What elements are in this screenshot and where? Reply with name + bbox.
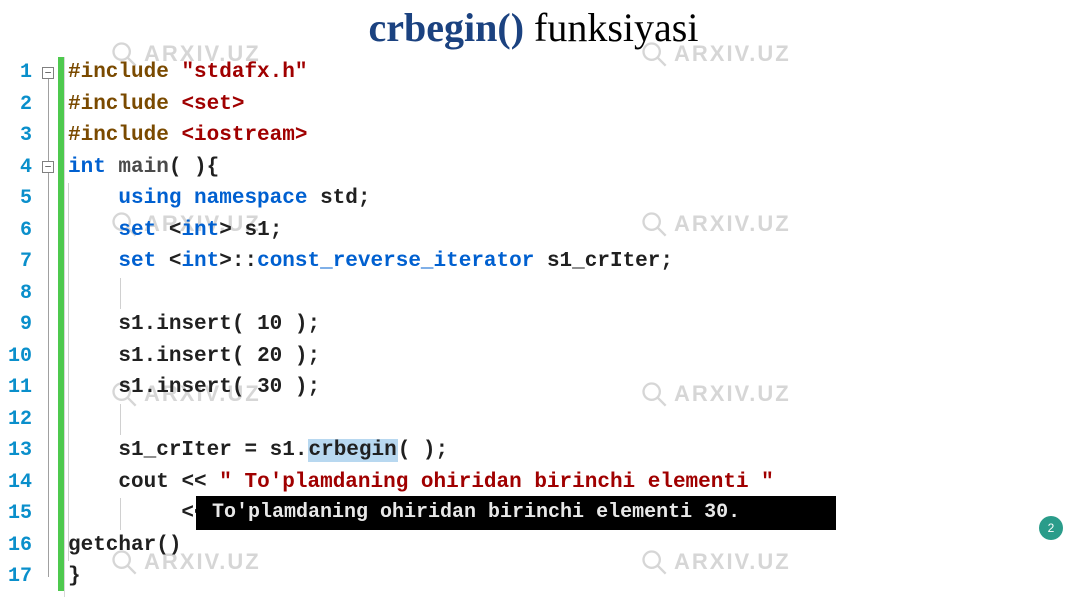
line-number: 4	[0, 152, 38, 184]
code-line	[68, 404, 1067, 436]
title-function-name: crbegin()	[369, 5, 525, 50]
fold-guide-line	[48, 173, 49, 577]
line-number: 11	[0, 372, 38, 404]
line-number: 2	[0, 89, 38, 121]
line-number: 17	[0, 561, 38, 593]
console-output: To'plamdaning ohiridan birinchi elementi…	[196, 496, 836, 530]
code-line: #include "stdafx.h"	[68, 57, 1067, 89]
line-number: 14	[0, 467, 38, 499]
code-line: s1.insert( 30 );	[68, 372, 1067, 404]
highlighted-method: crbegin	[308, 439, 398, 462]
line-number: 5	[0, 183, 38, 215]
line-number: 10	[0, 341, 38, 373]
line-number: 9	[0, 309, 38, 341]
fold-toggle-icon[interactable]: −	[42, 67, 54, 79]
line-number: 1	[0, 57, 38, 89]
code-line: s1_crIter = s1.crbegin( );	[68, 435, 1067, 467]
code-line: s1.insert( 10 );	[68, 309, 1067, 341]
line-number: 15	[0, 498, 38, 530]
line-number: 12	[0, 404, 38, 436]
fold-toggle-icon[interactable]: −	[42, 161, 54, 173]
gutter-separator	[64, 57, 65, 597]
code-line: #include <set>	[68, 89, 1067, 121]
code-line: cout << " To'plamdaning ohiridan birinch…	[68, 467, 1067, 499]
code-line: }	[68, 561, 1067, 593]
code-line: set <int>::const_reverse_iterator s1_crI…	[68, 246, 1067, 278]
line-number: 16	[0, 530, 38, 562]
code-line: s1.insert( 20 );	[68, 341, 1067, 373]
fold-gutter: − −	[38, 57, 58, 597]
page-number-badge: 2	[1039, 516, 1063, 540]
slide-title: crbegin() funksiyasi	[0, 0, 1067, 51]
title-descriptor: funksiyasi	[524, 5, 698, 50]
code-line: #include <iostream>	[68, 120, 1067, 152]
code-line	[68, 278, 1067, 310]
code-line: set <int> s1;	[68, 215, 1067, 247]
code-line: getchar()	[68, 530, 1067, 562]
fold-guide-line	[48, 79, 49, 161]
line-number: 7	[0, 246, 38, 278]
line-number: 8	[0, 278, 38, 310]
line-number: 3	[0, 120, 38, 152]
code-line: using namespace std;	[68, 183, 1067, 215]
code-line: int main( ){	[68, 152, 1067, 184]
line-number: 6	[0, 215, 38, 247]
console-text: To'plamdaning ohiridan birinchi elementi…	[212, 501, 740, 524]
line-number: 13	[0, 435, 38, 467]
line-number-gutter: 1 2 3 4 5 6 7 8 9 10 11 12 13 14 15 16 1…	[0, 57, 38, 597]
